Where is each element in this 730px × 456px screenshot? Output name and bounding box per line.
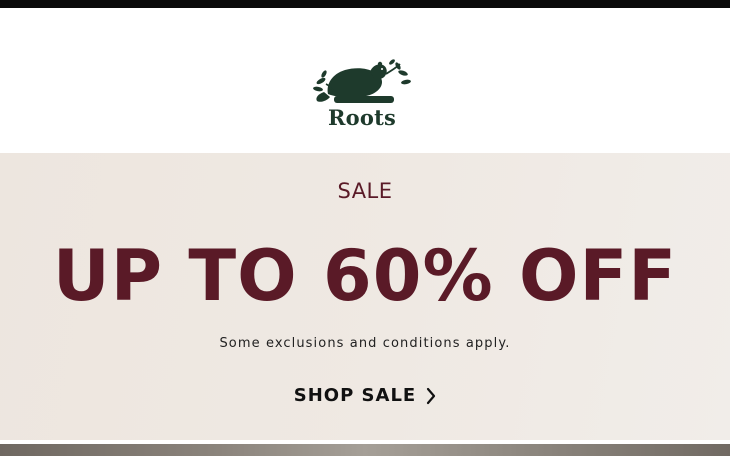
top-bar	[0, 0, 730, 8]
shop-sale-button[interactable]: SHOP SALE	[290, 381, 440, 411]
shop-sale-label: SHOP SALE	[293, 385, 417, 406]
sale-eyebrow: SALE	[337, 179, 393, 203]
sale-hero-banner[interactable]: SALE UP TO 60% OFF Some exclusions and c…	[0, 153, 730, 440]
beaver-logo-icon	[313, 59, 411, 103]
brand-name: Roots	[328, 105, 396, 130]
site-header: Roots	[0, 8, 730, 153]
sale-headline: UP TO 60% OFF	[52, 235, 678, 317]
roots-logo-link[interactable]: Roots	[312, 54, 412, 134]
sale-disclaimer: Some exclusions and conditions apply.	[219, 336, 511, 351]
next-banner-image	[0, 444, 730, 456]
chevron-right-icon	[427, 387, 436, 405]
